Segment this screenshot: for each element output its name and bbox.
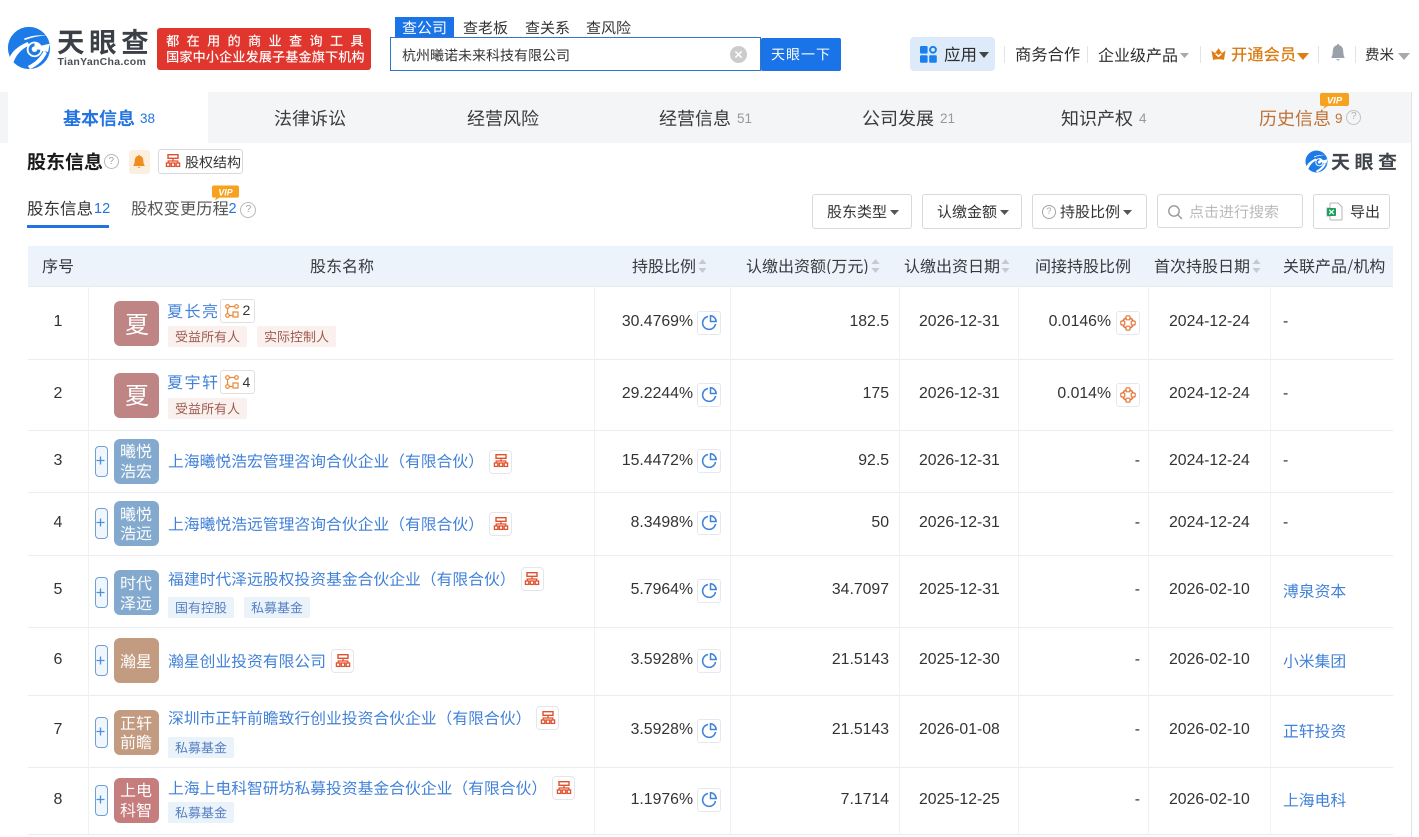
svg-text:VIP: VIP xyxy=(1327,95,1343,106)
svg-text:VIP: VIP xyxy=(218,187,232,197)
